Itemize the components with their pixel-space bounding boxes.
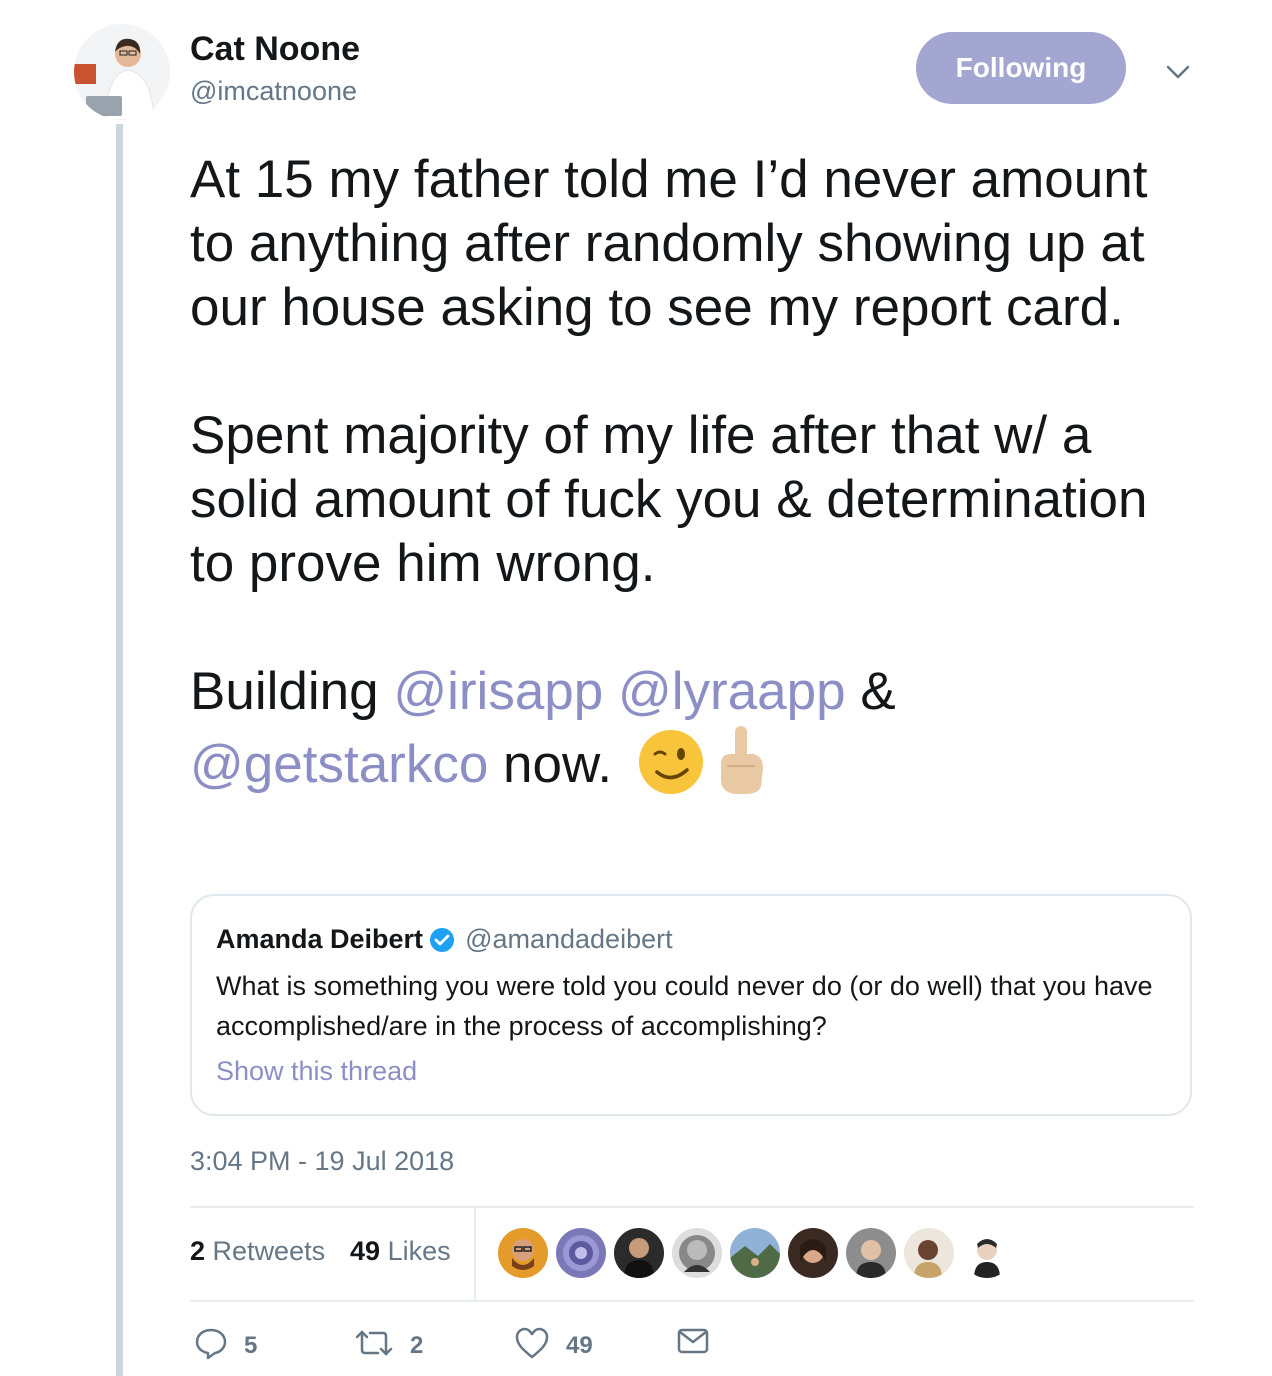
following-button[interactable]: Following — [916, 32, 1126, 104]
retweet-action[interactable]: 2 — [354, 1326, 423, 1365]
divider — [190, 1206, 1194, 1208]
quoted-tweet-text: What is something you were told you coul… — [216, 971, 1153, 1041]
mention-link[interactable]: @irisapp — [393, 662, 603, 721]
quoted-tweet-card[interactable]: Amanda Deibert @amandadeibert What is so… — [190, 894, 1192, 1116]
quoted-author-name: Amanda Deibert — [216, 924, 424, 954]
author-handle[interactable]: @imcatnoone — [190, 76, 357, 107]
tweet-paragraph: Building @irisapp @lyraapp & @getstarkco… — [190, 660, 1190, 811]
liker-avatar[interactable] — [672, 1228, 722, 1278]
author-name[interactable]: Cat Noone — [190, 30, 360, 69]
liker-avatar[interactable] — [730, 1228, 780, 1278]
liker-avatars — [498, 1228, 1012, 1278]
verified-badge-icon — [429, 927, 455, 953]
divider — [474, 1208, 476, 1300]
avatar-image — [74, 24, 170, 120]
text-segment: now. — [488, 735, 627, 794]
liker-avatar[interactable] — [962, 1228, 1012, 1278]
retweet-icon — [354, 1326, 394, 1365]
like-action[interactable]: 49 — [514, 1326, 593, 1365]
text-segment: Building — [190, 662, 394, 721]
liker-avatar[interactable] — [788, 1228, 838, 1278]
middle-finger-emoji-icon — [715, 724, 767, 811]
mention-link[interactable]: @lyraapp — [618, 662, 846, 721]
liker-avatar[interactable] — [556, 1228, 606, 1278]
tweet-text: At 15 my father told me I’d never amount… — [190, 148, 1190, 811]
thread-line — [116, 124, 123, 1376]
author-avatar[interactable] — [74, 24, 170, 120]
liker-avatar[interactable] — [614, 1228, 664, 1278]
chevron-down-icon[interactable] — [1160, 54, 1196, 90]
retweets-stat[interactable]: 2 Retweets — [190, 1236, 325, 1267]
reply-action[interactable]: 5 — [194, 1326, 257, 1365]
likes-stat[interactable]: 49 Likes — [350, 1236, 451, 1267]
retweet-count: 2 — [410, 1331, 424, 1359]
winking-face-emoji-icon — [637, 728, 705, 811]
likes-count: 49 — [350, 1236, 381, 1266]
mention-link[interactable]: @getstarkco — [190, 735, 488, 794]
quoted-tweet-header: Amanda Deibert @amandadeibert — [216, 924, 673, 955]
liker-avatar[interactable] — [498, 1228, 548, 1278]
text-segment: & — [845, 662, 896, 721]
heart-icon — [514, 1326, 550, 1365]
envelope-icon — [676, 1326, 710, 1361]
divider — [190, 1300, 1194, 1302]
liker-avatar[interactable] — [846, 1228, 896, 1278]
retweets-label: Retweets — [212, 1236, 326, 1266]
tweet-paragraph: At 15 my father told me I’d never amount… — [190, 150, 1148, 337]
show-thread-link[interactable]: Show this thread — [216, 1056, 417, 1087]
like-count: 49 — [566, 1331, 593, 1359]
direct-message-action[interactable] — [676, 1326, 710, 1361]
retweets-count: 2 — [190, 1236, 206, 1266]
reply-icon — [194, 1326, 228, 1365]
reply-count: 5 — [244, 1331, 258, 1359]
tweet-timestamp[interactable]: 3:04 PM - 19 Jul 2018 — [190, 1146, 454, 1177]
likes-label: Likes — [387, 1236, 451, 1266]
tweet-paragraph: Spent majority of my life after that w/ … — [190, 406, 1148, 593]
quoted-author-handle: @amandadeibert — [465, 924, 673, 954]
liker-avatar[interactable] — [904, 1228, 954, 1278]
